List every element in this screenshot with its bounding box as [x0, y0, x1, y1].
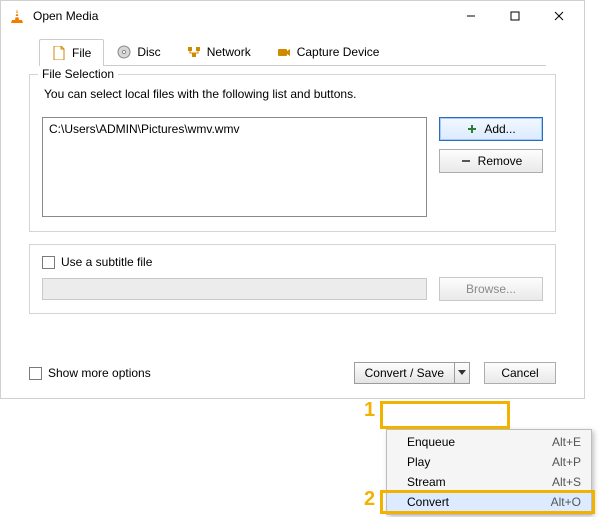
button-label: Add...	[484, 122, 515, 136]
close-button[interactable]	[544, 6, 574, 26]
annotation-highlight-1	[380, 401, 510, 429]
tab-network[interactable]: Network	[174, 39, 264, 65]
annotation-callout-2: 2	[364, 488, 375, 511]
button-label: Cancel	[501, 366, 538, 380]
source-tabs: File Disc Network Capture Device	[39, 39, 546, 66]
use-subtitle-checkbox[interactable]	[42, 256, 55, 269]
vlc-icon	[9, 8, 25, 24]
file-selection-description: You can select local files with the foll…	[44, 87, 543, 101]
file-selection-group: File Selection You can select local file…	[29, 74, 556, 232]
show-more-options-label: Show more options	[48, 366, 151, 380]
convert-save-label[interactable]: Convert / Save	[354, 362, 454, 384]
minimize-button[interactable]	[456, 6, 486, 26]
network-icon	[187, 45, 201, 59]
use-subtitle-label: Use a subtitle file	[61, 255, 152, 269]
tab-label: Capture Device	[297, 45, 380, 59]
add-button[interactable]: Add...	[439, 117, 543, 141]
convert-save-dropdown[interactable]	[454, 362, 470, 384]
file-list[interactable]: C:\Users\ADMIN\Pictures\wmv.wmv	[42, 117, 427, 217]
window-controls	[456, 6, 574, 26]
convert-save-split-button[interactable]: Convert / Save	[354, 362, 470, 384]
file-icon	[52, 46, 66, 60]
title-bar: Open Media	[1, 1, 584, 31]
tab-label: Disc	[137, 45, 160, 59]
remove-button[interactable]: Remove	[439, 149, 543, 173]
capture-icon	[277, 45, 291, 59]
tab-file[interactable]: File	[39, 39, 104, 66]
menu-accel: Alt+S	[552, 475, 581, 489]
open-media-dialog: Open Media File Disc Network	[0, 0, 585, 399]
file-list-item[interactable]: C:\Users\ADMIN\Pictures\wmv.wmv	[49, 122, 420, 136]
menu-accel: Alt+P	[552, 455, 581, 469]
menu-item-stream[interactable]: Stream Alt+S	[387, 472, 591, 492]
menu-item-convert[interactable]: Convert Alt+O	[387, 492, 591, 512]
menu-item-play[interactable]: Play Alt+P	[387, 452, 591, 472]
window-title: Open Media	[33, 9, 456, 23]
menu-label: Convert	[407, 495, 551, 509]
button-label: Browse...	[466, 282, 516, 296]
tab-label: File	[72, 46, 91, 60]
tab-label: Network	[207, 45, 251, 59]
subtitle-path-input	[42, 278, 427, 300]
menu-accel: Alt+E	[552, 435, 581, 449]
subtitle-group: Use a subtitle file Browse...	[29, 244, 556, 314]
button-label: Remove	[478, 154, 523, 168]
convert-save-menu: Enqueue Alt+E Play Alt+P Stream Alt+S Co…	[386, 429, 592, 515]
plus-icon	[466, 123, 478, 135]
tab-capture-device[interactable]: Capture Device	[264, 39, 393, 65]
disc-icon	[117, 45, 131, 59]
minus-icon	[460, 155, 472, 167]
cancel-button[interactable]: Cancel	[484, 362, 556, 384]
chevron-down-icon	[458, 370, 466, 376]
browse-subtitle-button: Browse...	[439, 277, 543, 301]
maximize-button[interactable]	[500, 6, 530, 26]
show-more-options-checkbox[interactable]	[29, 367, 42, 380]
menu-item-enqueue[interactable]: Enqueue Alt+E	[387, 432, 591, 452]
menu-accel: Alt+O	[551, 495, 581, 509]
file-selection-legend: File Selection	[38, 67, 118, 81]
menu-label: Stream	[407, 475, 552, 489]
menu-label: Enqueue	[407, 435, 552, 449]
menu-label: Play	[407, 455, 552, 469]
tab-disc[interactable]: Disc	[104, 39, 173, 65]
dialog-body: File Disc Network Capture Device File Se…	[1, 31, 584, 398]
annotation-callout-1: 1	[364, 399, 375, 422]
